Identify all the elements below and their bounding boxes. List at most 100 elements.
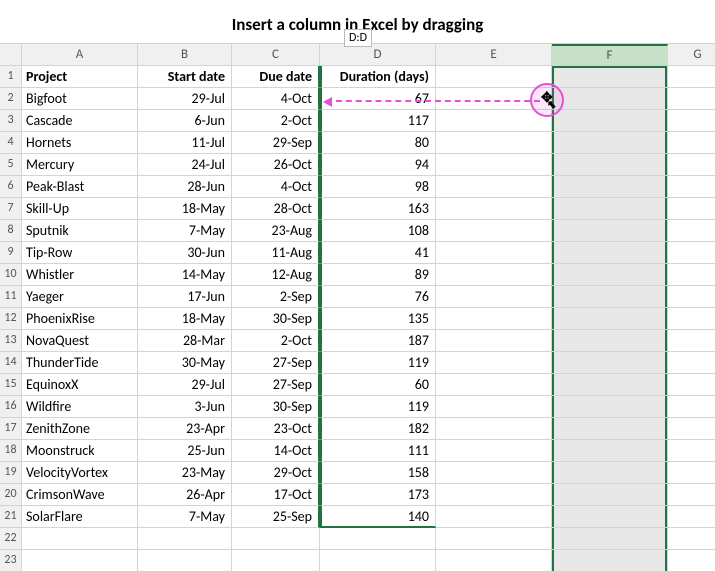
cell-f11[interactable] (552, 286, 668, 308)
cell-duration-18[interactable]: 111 (320, 440, 436, 462)
cell-c22[interactable] (232, 528, 320, 550)
row-header-15[interactable]: 15 (0, 374, 22, 396)
row-header-5[interactable]: 5 (0, 154, 22, 176)
cell-project-7[interactable]: Skill-Up (22, 198, 138, 220)
cell-duration-11[interactable]: 76 (320, 286, 436, 308)
cell-b22[interactable] (138, 528, 232, 550)
cell-due-19[interactable]: 29-Oct (232, 462, 320, 484)
cell-start-21[interactable]: 7-May (138, 506, 232, 528)
cell-g16[interactable] (668, 396, 715, 418)
cell-start-20[interactable]: 26-Apr (138, 484, 232, 506)
cell-start-15[interactable]: 29-Jul (138, 374, 232, 396)
cell-duration-13[interactable]: 187 (320, 330, 436, 352)
cell-project-17[interactable]: ZenithZone (22, 418, 138, 440)
cell-f17[interactable] (552, 418, 668, 440)
cell-duration-21[interactable]: 140 (320, 506, 436, 528)
cell-project-13[interactable]: NovaQuest (22, 330, 138, 352)
cell-e13[interactable] (436, 330, 552, 352)
cell-project-3[interactable]: Cascade (22, 110, 138, 132)
cell-start-8[interactable]: 7-May (138, 220, 232, 242)
cell-g15[interactable] (668, 374, 715, 396)
cell-e23[interactable] (436, 550, 552, 572)
col-header-c[interactable]: C (232, 44, 320, 66)
cell-g12[interactable] (668, 308, 715, 330)
cell-e14[interactable] (436, 352, 552, 374)
cell-g9[interactable] (668, 242, 715, 264)
row-header-9[interactable]: 9 (0, 242, 22, 264)
cell-project-21[interactable]: SolarFlare (22, 506, 138, 528)
cell-f9[interactable] (552, 242, 668, 264)
cell-g7[interactable] (668, 198, 715, 220)
cell-f6[interactable] (552, 176, 668, 198)
cell-start-2[interactable]: 29-Jul (138, 88, 232, 110)
cell-due-9[interactable]: 11-Aug (232, 242, 320, 264)
cell-project-2[interactable]: Bigfoot (22, 88, 138, 110)
cell-f7[interactable] (552, 198, 668, 220)
cell-f23[interactable] (552, 550, 668, 572)
cell-duration-7[interactable]: 163 (320, 198, 436, 220)
cell-g4[interactable] (668, 132, 715, 154)
row-header-19[interactable]: 19 (0, 462, 22, 484)
cell-e12[interactable] (436, 308, 552, 330)
cell-project-10[interactable]: Whistler (22, 264, 138, 286)
cell-due-5[interactable]: 26-Oct (232, 154, 320, 176)
cell-a23[interactable] (22, 550, 138, 572)
cell-start-7[interactable]: 18-May (138, 198, 232, 220)
cell-e21[interactable] (436, 506, 552, 528)
row-header-21[interactable]: 21 (0, 506, 22, 528)
cell-f18[interactable] (552, 440, 668, 462)
row-header-18[interactable]: 18 (0, 440, 22, 462)
cell-f20[interactable] (552, 484, 668, 506)
row-header-4[interactable]: 4 (0, 132, 22, 154)
cell-g14[interactable] (668, 352, 715, 374)
cell-due-13[interactable]: 2-Oct (232, 330, 320, 352)
cell-duration-8[interactable]: 108 (320, 220, 436, 242)
cell-due-4[interactable]: 29-Sep (232, 132, 320, 154)
row-header-20[interactable]: 20 (0, 484, 22, 506)
cell-due-7[interactable]: 28-Oct (232, 198, 320, 220)
cell-start-6[interactable]: 28-Jun (138, 176, 232, 198)
cell-project-11[interactable]: Yaeger (22, 286, 138, 308)
cell-duration-19[interactable]: 158 (320, 462, 436, 484)
cell-project-5[interactable]: Mercury (22, 154, 138, 176)
cell-duration-4[interactable]: 80 (320, 132, 436, 154)
row-header-16[interactable]: 16 (0, 396, 22, 418)
cell-e20[interactable] (436, 484, 552, 506)
row-header-11[interactable]: 11 (0, 286, 22, 308)
cell-duration-17[interactable]: 182 (320, 418, 436, 440)
cell-start-13[interactable]: 28-Mar (138, 330, 232, 352)
cell-f14[interactable] (552, 352, 668, 374)
cell-project-15[interactable]: EquinoxX (22, 374, 138, 396)
cell-start-18[interactable]: 25-Jun (138, 440, 232, 462)
cell-due-14[interactable]: 27-Sep (232, 352, 320, 374)
cell-f13[interactable] (552, 330, 668, 352)
cell-e15[interactable] (436, 374, 552, 396)
cell-due-10[interactable]: 12-Aug (232, 264, 320, 286)
cell-project-6[interactable]: Peak-Blast (22, 176, 138, 198)
cell-e17[interactable] (436, 418, 552, 440)
col-header-e[interactable]: E (436, 44, 552, 66)
row-header-17[interactable]: 17 (0, 418, 22, 440)
cell-e9[interactable] (436, 242, 552, 264)
select-all-corner[interactable] (0, 44, 22, 66)
cell-e11[interactable] (436, 286, 552, 308)
cell-start-16[interactable]: 3-Jun (138, 396, 232, 418)
cell-start-10[interactable]: 14-May (138, 264, 232, 286)
cell-e4[interactable] (436, 132, 552, 154)
cell-g23[interactable] (668, 550, 715, 572)
cell-f1[interactable] (552, 66, 668, 88)
row-header-13[interactable]: 13 (0, 330, 22, 352)
cell-f5[interactable] (552, 154, 668, 176)
cell-project-19[interactable]: VelocityVortex (22, 462, 138, 484)
cell-g3[interactable] (668, 110, 715, 132)
cell-g6[interactable] (668, 176, 715, 198)
cell-duration-16[interactable]: 119 (320, 396, 436, 418)
cell-due-16[interactable]: 30-Sep (232, 396, 320, 418)
cell-e7[interactable] (436, 198, 552, 220)
cell-duration-9[interactable]: 41 (320, 242, 436, 264)
cell-f21[interactable] (552, 506, 668, 528)
cell-d22[interactable] (320, 528, 436, 550)
cell-due-21[interactable]: 25-Sep (232, 506, 320, 528)
col-header-g[interactable]: G (668, 44, 715, 66)
cell-due-3[interactable]: 2-Oct (232, 110, 320, 132)
